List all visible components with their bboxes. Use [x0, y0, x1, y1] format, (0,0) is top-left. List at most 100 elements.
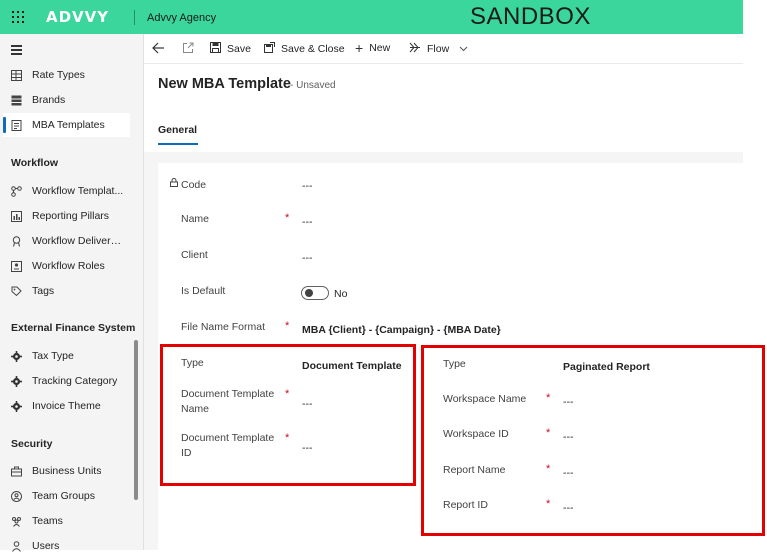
sidebar-item-workflow-templates[interactable]: Workflow Templat... — [3, 179, 130, 203]
section-header-security: Security — [11, 438, 53, 450]
sidebar-item-tax-type[interactable]: Tax Type — [3, 344, 130, 368]
required-marker: * — [285, 320, 290, 332]
document-template-id-field[interactable]: --- — [302, 442, 313, 454]
name-field[interactable]: --- — [302, 216, 313, 228]
sidebar-item-reporting-pillars[interactable]: Reporting Pillars — [3, 204, 130, 228]
document-template-name-field[interactable]: --- — [302, 398, 313, 410]
report-name-field[interactable]: --- — [563, 467, 574, 479]
team-group-icon — [11, 490, 22, 502]
sidebar-item-label: Tracking Category — [32, 375, 118, 387]
workspace-name-label: Workspace Name — [443, 393, 527, 405]
document-template-id-label: Document Template ID — [181, 431, 274, 461]
name-label: Name — [181, 213, 210, 225]
sidebar-item-label: Teams — [32, 515, 63, 527]
report-id-label: Report ID — [443, 499, 488, 511]
sidebar-item-invoice-theme[interactable]: Invoice Theme — [3, 394, 130, 418]
workspace-id-field[interactable]: --- — [563, 431, 574, 443]
sidebar-scrollbar[interactable] — [134, 340, 138, 500]
sidebar-item-business-units[interactable]: Business Units — [3, 459, 130, 483]
save-button[interactable]: Save — [210, 42, 251, 56]
briefcase-icon — [11, 466, 22, 477]
save-label: Save — [227, 43, 251, 55]
sidebar-item-label: Workflow Roles — [32, 260, 105, 272]
flow-icon — [11, 185, 22, 197]
ribbon-icon — [11, 235, 22, 247]
flow-icon — [409, 42, 421, 56]
flow-label: Flow — [427, 43, 450, 55]
document-icon — [11, 119, 22, 131]
sidebar-item-label: Business Units — [32, 465, 102, 477]
sidebar-item-label: Invoice Theme — [32, 400, 101, 412]
save-status: - Unsaved — [290, 80, 336, 91]
new-label: New — [369, 42, 391, 54]
required-marker: * — [546, 498, 551, 510]
sidebar-item-rate-types[interactable]: Rate Types — [3, 63, 130, 87]
form-header: New MBA Template - Unsaved General — [144, 64, 743, 152]
sidebar-item-users[interactable]: Users — [3, 534, 130, 558]
command-bar: Save Save & Close + New Flow — [144, 34, 743, 64]
logo: ADVVY — [46, 8, 110, 26]
sidebar-item-tracking-category[interactable]: Tracking Category — [3, 369, 130, 393]
sidebar-item-label: Workflow Templat... — [32, 185, 124, 197]
save-and-close-button[interactable]: Save & Close — [264, 42, 345, 56]
environment-label: SANDBOX — [470, 3, 591, 30]
label-line: Name — [181, 403, 210, 415]
open-in-new-window-icon[interactable] — [182, 42, 194, 57]
label-line: Document Template — [181, 388, 275, 400]
workspace-name-field[interactable]: --- — [563, 396, 574, 408]
sidebar-item-workflow-deliverables[interactable]: Workflow Delivera... — [3, 229, 130, 253]
label-line: Document Template — [181, 432, 275, 444]
lock-icon — [170, 178, 178, 187]
required-marker: * — [546, 427, 551, 439]
save-close-label: Save & Close — [281, 43, 345, 55]
sidebar-item-label: Workflow Delivera... — [32, 235, 124, 247]
is-default-label: Is Default — [181, 285, 226, 297]
gear-icon — [11, 350, 22, 362]
sidebar-item-label: Tags — [32, 285, 55, 297]
app-name[interactable]: Advvy Agency — [147, 12, 216, 24]
is-default-toggle[interactable] — [301, 286, 329, 300]
chart-icon — [11, 210, 22, 222]
report-id-field[interactable]: --- — [563, 502, 574, 514]
tag-icon — [11, 286, 22, 297]
sidebar-item-label: Brands — [32, 94, 66, 106]
tab-underline — [158, 143, 198, 145]
table-icon — [11, 69, 22, 81]
required-marker: * — [285, 212, 290, 224]
flow-button[interactable]: Flow — [409, 42, 468, 56]
sidebar-item-brands[interactable]: Brands — [3, 88, 130, 112]
chevron-down-icon[interactable] — [459, 43, 468, 55]
client-label: Client — [181, 249, 208, 261]
plus-icon: + — [355, 39, 364, 56]
sidebar-item-workflow-roles[interactable]: Workflow Roles — [3, 254, 130, 278]
stack-icon — [11, 95, 22, 106]
sidebar-item-teams[interactable]: Teams — [3, 509, 130, 533]
file-name-format-field[interactable]: MBA {Client} - {Campaign} - {MBA Date} — [302, 324, 501, 336]
sidebar-item-team-groups[interactable]: Team Groups — [3, 484, 130, 508]
file-name-format-label: File Name Format — [181, 321, 266, 333]
divider — [134, 10, 135, 25]
type-value[interactable]: Document Template — [302, 360, 402, 372]
type-label: Type — [181, 357, 204, 369]
gear-icon — [11, 375, 22, 387]
sidebar-item-tags[interactable]: Tags — [3, 279, 130, 303]
section-header-workflow: Workflow — [11, 157, 59, 169]
sidebar-item-mba-templates[interactable]: MBA Templates — [3, 113, 130, 137]
back-arrow-icon[interactable] — [152, 42, 165, 57]
sidebar-item-label: Reporting Pillars — [32, 210, 110, 222]
page-title: New MBA Template — [158, 76, 291, 92]
app-launcher-icon[interactable] — [12, 11, 24, 23]
required-marker: * — [285, 388, 290, 400]
tab-general[interactable]: General — [158, 124, 197, 136]
sidebar-item-label: Team Groups — [32, 490, 96, 502]
type-value[interactable]: Paginated Report — [563, 361, 650, 373]
required-marker: * — [546, 392, 551, 404]
sidebar-item-label: MBA Templates — [32, 119, 105, 131]
new-button[interactable]: + New — [355, 39, 391, 56]
hamburger-icon[interactable] — [11, 45, 22, 57]
document-template-name-label: Document Template Name — [181, 387, 274, 417]
client-lookup[interactable]: --- — [302, 252, 313, 264]
save-icon — [210, 42, 221, 56]
save-close-icon — [264, 42, 275, 56]
report-name-label: Report Name — [443, 464, 506, 476]
